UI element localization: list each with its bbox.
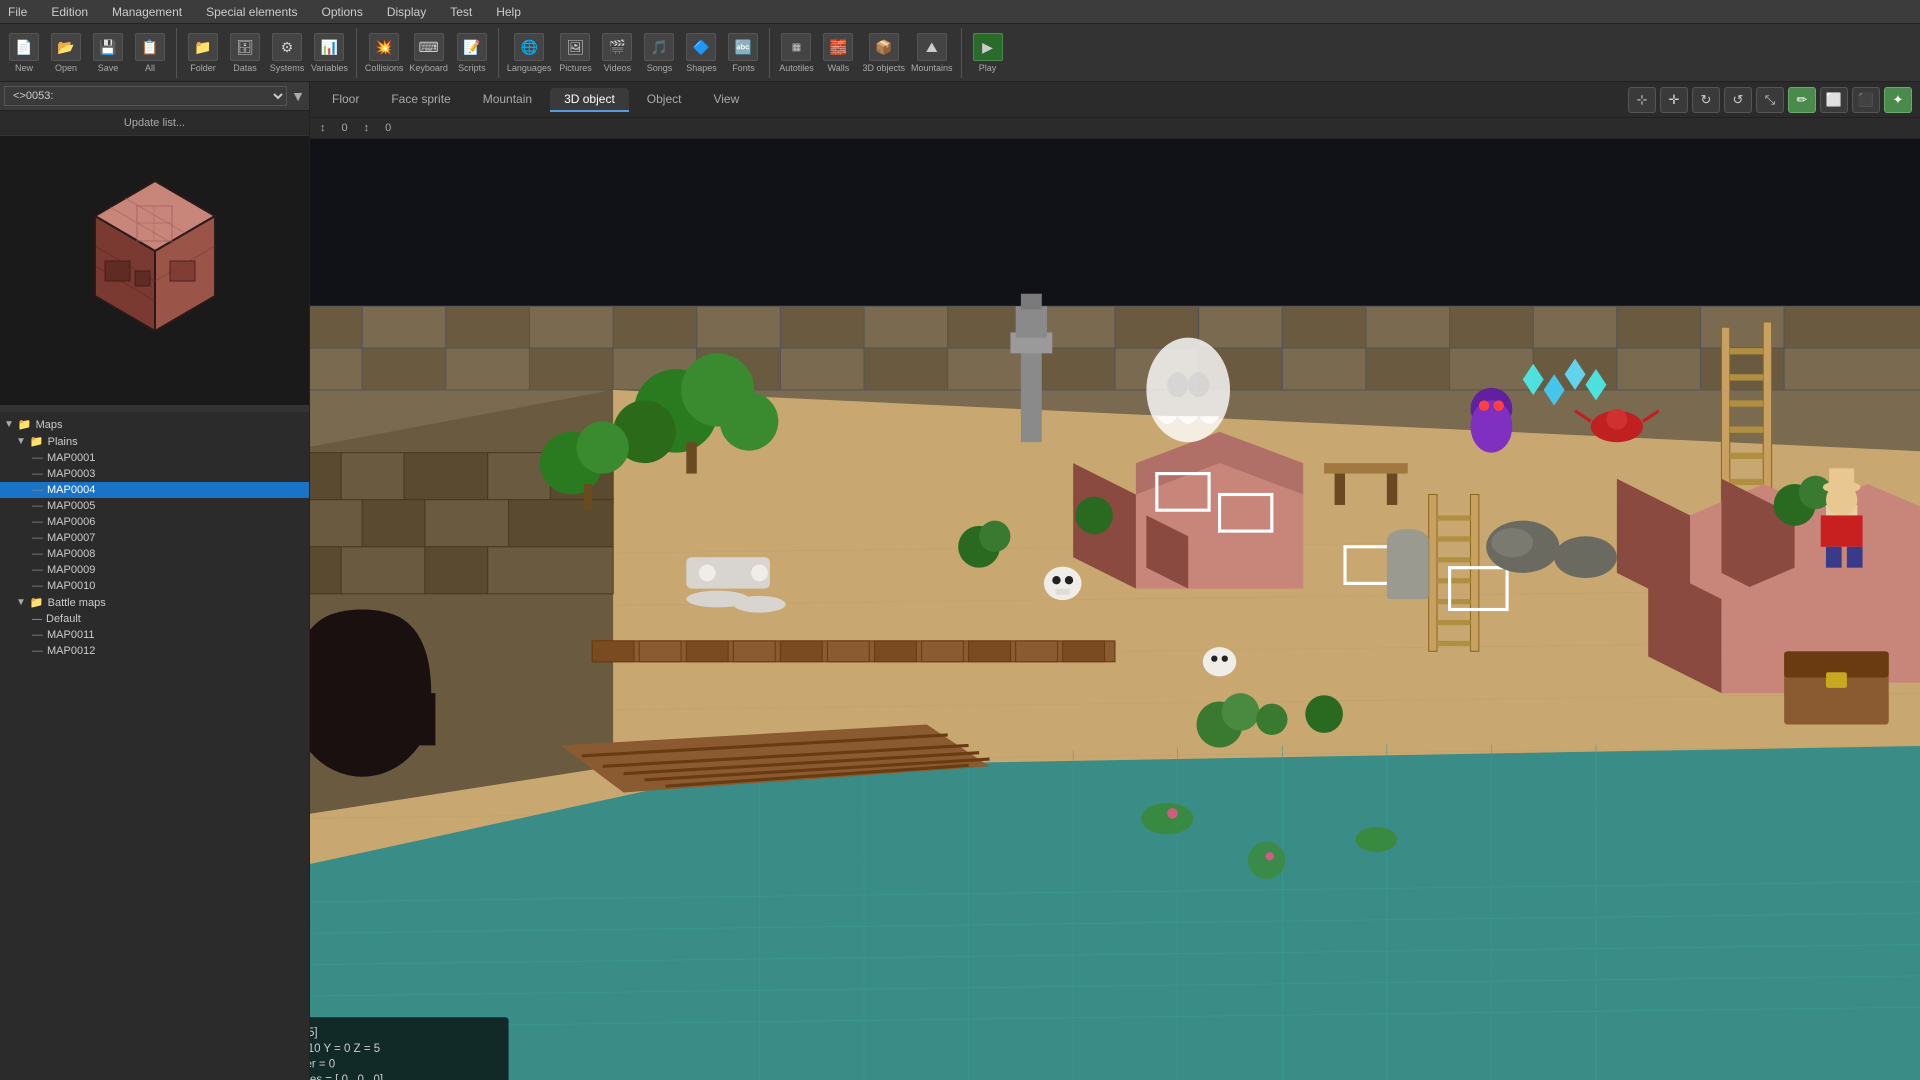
toolbar-open[interactable]: 📂 Open bbox=[48, 33, 84, 73]
tab-mountain[interactable]: Mountain bbox=[469, 88, 546, 112]
tree-map-0012[interactable]: — MAP0012 bbox=[0, 643, 309, 659]
toolbar-systems[interactable]: ⚙ Systems bbox=[269, 33, 305, 73]
tree-group-plains[interactable]: ▼ 📁 Plains bbox=[0, 433, 309, 450]
tree-map-0004[interactable]: — MAP0004 bbox=[0, 482, 309, 498]
svg-text:[N1 5]: [N1 5] bbox=[310, 1027, 318, 1039]
coords-bar: ↕ 0 ↕ 0 bbox=[310, 118, 1920, 139]
dropdown-arrow[interactable]: ▼ bbox=[291, 88, 305, 104]
viewport[interactable]: [N1 5] X = 10 Y = 0 Z = 5 Layer = 0 Angl… bbox=[310, 139, 1920, 1080]
tab-view[interactable]: View bbox=[699, 88, 753, 112]
map-selector: <>0053: ▼ bbox=[0, 82, 309, 111]
tool-eraser[interactable]: ⬜ bbox=[1820, 87, 1848, 113]
toolbar-all[interactable]: 📋 All bbox=[132, 33, 168, 73]
tab-object[interactable]: Object bbox=[633, 88, 696, 112]
update-list-button[interactable]: Update list... bbox=[0, 111, 309, 136]
toolbar-folder[interactable]: 📁 Folder bbox=[185, 33, 221, 73]
coord-y-value: 0 bbox=[385, 122, 391, 134]
toolbar-play[interactable]: ▶ Play bbox=[970, 33, 1006, 73]
tool-scale[interactable]: ⤡ bbox=[1756, 87, 1784, 113]
toolbar-songs[interactable]: 🎵 Songs bbox=[641, 33, 677, 73]
tool-pencil[interactable]: ✏ bbox=[1788, 87, 1816, 113]
toolbar-keyboard[interactable]: ⌨ Keyboard bbox=[409, 33, 448, 73]
tab-3d-object[interactable]: 3D object bbox=[550, 88, 629, 112]
tool-rotate-x[interactable]: ↻ bbox=[1692, 87, 1720, 113]
divider-4 bbox=[769, 28, 770, 78]
menu-display[interactable]: Display bbox=[383, 3, 430, 21]
tool-cursor[interactable]: ⊹ bbox=[1628, 87, 1656, 113]
coord-arrow-1: ↕ bbox=[320, 122, 326, 134]
main-area: <>0053: ▼ Update list... bbox=[0, 82, 1920, 1080]
menu-test[interactable]: Test bbox=[446, 3, 476, 21]
menubar: File Edition Management Special elements… bbox=[0, 0, 1920, 24]
divider-5 bbox=[961, 28, 962, 78]
tree-map-0005[interactable]: — MAP0005 bbox=[0, 498, 309, 514]
divider-3 bbox=[498, 28, 499, 78]
tree-map-0009[interactable]: — MAP0009 bbox=[0, 562, 309, 578]
menu-file[interactable]: File bbox=[4, 3, 31, 21]
toolbar-walls[interactable]: 🧱 Walls bbox=[820, 33, 856, 73]
toolbar-autotiles[interactable]: ▦ Autotiles bbox=[778, 33, 814, 73]
tool-special[interactable]: ✦ bbox=[1884, 87, 1912, 113]
tree-map-0006[interactable]: — MAP0006 bbox=[0, 514, 309, 530]
tab-floor[interactable]: Floor bbox=[318, 88, 373, 112]
coord-arrow-2: ↕ bbox=[364, 122, 370, 134]
divider-1 bbox=[176, 28, 177, 78]
toolbar-fonts[interactable]: 🔤 Fonts bbox=[725, 33, 761, 73]
tree-map-0010[interactable]: — MAP0010 bbox=[0, 578, 309, 594]
tool-move[interactable]: ✛ bbox=[1660, 87, 1688, 113]
toolbar-videos[interactable]: 🎬 Videos bbox=[599, 33, 635, 73]
tab-face-sprite[interactable]: Face sprite bbox=[377, 88, 464, 112]
tree-map-0008[interactable]: — MAP0008 bbox=[0, 546, 309, 562]
menu-management[interactable]: Management bbox=[108, 3, 186, 21]
toolbar-pictures[interactable]: 🖼 Pictures bbox=[557, 33, 593, 73]
tree-root-maps[interactable]: ▼ 📁 Maps bbox=[0, 416, 309, 433]
menu-special-elements[interactable]: Special elements bbox=[202, 3, 301, 21]
menu-help[interactable]: Help bbox=[492, 3, 525, 21]
coord-x-value: 0 bbox=[342, 122, 348, 134]
toolbar-shapes[interactable]: 🔷 Shapes bbox=[683, 33, 719, 73]
toolbar-collisions[interactable]: 💥 Collisions bbox=[365, 33, 404, 73]
svg-text:Layer = 0: Layer = 0 bbox=[310, 1058, 335, 1070]
scene-svg: [N1 5] X = 10 Y = 0 Z = 5 Layer = 0 Angl… bbox=[310, 139, 1920, 1080]
toolbar-save[interactable]: 💾 Save bbox=[90, 33, 126, 73]
toolbar: 📄 New 📂 Open 💾 Save 📋 All 📁 Folder 🗄 Dat… bbox=[0, 24, 1920, 82]
tool-buttons: ⊹ ✛ ↻ ↺ ⤡ ✏ ⬜ ⬛ ✦ bbox=[1628, 87, 1912, 113]
toolbar-3dobjects[interactable]: 📦 3D objects bbox=[862, 33, 905, 73]
toolbar-datas[interactable]: 🗄 Datas bbox=[227, 33, 263, 73]
left-panel: <>0053: ▼ Update list... bbox=[0, 82, 310, 1080]
menu-options[interactable]: Options bbox=[317, 3, 366, 21]
tree-area: ▼ 📁 Maps ▼ 📁 Plains — MAP0001 — MAP0003 … bbox=[0, 412, 309, 1080]
preview-area bbox=[0, 136, 309, 406]
svg-text:X = 10 Y = 0 Z = 5: X = 10 Y = 0 Z = 5 bbox=[310, 1043, 380, 1055]
menu-edition[interactable]: Edition bbox=[47, 3, 92, 21]
toolbar-languages[interactable]: 🌐 Languages bbox=[507, 33, 552, 73]
divider-2 bbox=[356, 28, 357, 78]
tree-battle-default[interactable]: — Default bbox=[0, 611, 309, 627]
tool-rotate-y[interactable]: ↺ bbox=[1724, 87, 1752, 113]
toolbar-variables[interactable]: 📊 Variables bbox=[311, 33, 348, 73]
map-dropdown[interactable]: <>0053: bbox=[4, 86, 287, 106]
tree-map-0001[interactable]: — MAP0001 bbox=[0, 450, 309, 466]
tree-map-0011[interactable]: — MAP0011 bbox=[0, 627, 309, 643]
tree-group-battlemaps[interactable]: ▼ 📁 Battle maps bbox=[0, 594, 309, 611]
toolbar-scripts[interactable]: 📝 Scripts bbox=[454, 33, 490, 73]
right-panel: Floor Face sprite Mountain 3D object Obj… bbox=[310, 82, 1920, 1080]
tool-fill[interactable]: ⬛ bbox=[1852, 87, 1880, 113]
view-tabs-bar: Floor Face sprite Mountain 3D object Obj… bbox=[310, 82, 1920, 118]
toolbar-mountains[interactable]: ⛰ Mountains bbox=[911, 33, 953, 73]
toolbar-new[interactable]: 📄 New bbox=[6, 33, 42, 73]
tree-map-0007[interactable]: — MAP0007 bbox=[0, 530, 309, 546]
cube-preview bbox=[55, 161, 255, 381]
tree-map-0003[interactable]: — MAP0003 bbox=[0, 466, 309, 482]
svg-text:Angles = [ 0 , 0 , 0]: Angles = [ 0 , 0 , 0] bbox=[310, 1074, 383, 1080]
